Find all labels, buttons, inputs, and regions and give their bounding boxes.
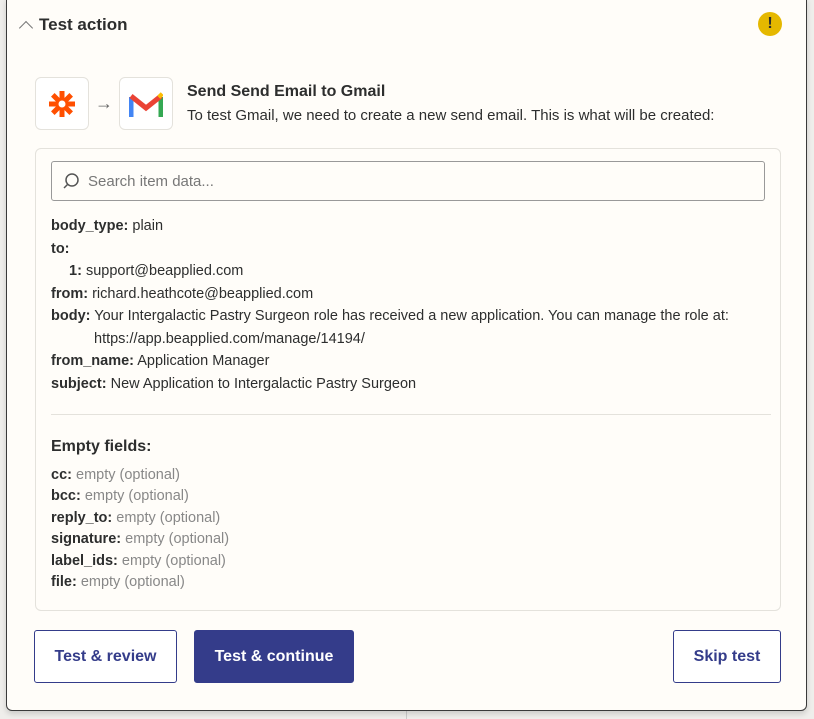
empty-field-row: bcc: empty (optional) <box>51 486 771 508</box>
field-key: bcc: <box>51 488 81 504</box>
field-value: empty (optional) <box>116 510 220 526</box>
empty-field-row: reply_to: empty (optional) <box>51 508 771 530</box>
empty-field-row: file: empty (optional) <box>51 572 771 594</box>
search-icon <box>62 172 80 190</box>
section-header[interactable]: Test action <box>21 15 127 35</box>
field-row: subject: New Application to Intergalacti… <box>51 373 771 396</box>
chevron-up-icon[interactable] <box>19 20 33 34</box>
field-key: to: <box>51 241 70 257</box>
field-key: 1: <box>69 263 82 279</box>
arrow-right-icon: → <box>95 93 113 114</box>
warning-icon: ! <box>758 12 782 36</box>
field-value: empty (optional) <box>81 574 185 590</box>
field-row: body_type: plain <box>51 215 771 238</box>
field-value: Your Intergalactic Pastry Surgeon role h… <box>94 308 729 324</box>
field-key: from_name: <box>51 353 134 369</box>
search-placeholder: Search item data... <box>88 173 214 190</box>
field-value: empty (optional) <box>125 531 229 547</box>
app-flow: → <box>35 77 173 130</box>
empty-field-row: signature: empty (optional) <box>51 529 771 551</box>
action-title: Send Send Email to Gmail <box>187 83 385 101</box>
section-title: Test action <box>39 15 127 35</box>
skip-test-button[interactable]: Skip test <box>673 630 781 683</box>
field-value: Application Manager <box>137 353 269 369</box>
field-value: empty (optional) <box>85 488 189 504</box>
field-row: body: Your Intergalactic Pastry Surgeon … <box>51 305 771 350</box>
field-row: 1: support@beapplied.com <box>51 260 771 283</box>
field-value-cont: https://app.beapplied.com/manage/14194/ <box>51 328 771 351</box>
field-key: signature: <box>51 531 121 547</box>
field-list: body_type: plain to: 1: support@beapplie… <box>51 215 771 594</box>
field-key: subject: <box>51 376 107 392</box>
field-value: richard.heathcote@beapplied.com <box>92 286 313 302</box>
divider <box>51 414 771 415</box>
field-value: New Application to Intergalactic Pastry … <box>111 376 416 392</box>
field-row: from_name: Application Manager <box>51 350 771 373</box>
field-row: from: richard.heathcote@beapplied.com <box>51 283 771 306</box>
gmail-logo <box>119 77 173 130</box>
field-key: reply_to: <box>51 510 112 526</box>
field-key: body_type: <box>51 218 128 234</box>
test-action-panel: Test action ! → Send Send Email to Gmail… <box>6 0 807 711</box>
test-continue-button[interactable]: Test & continue <box>194 630 354 683</box>
test-review-button[interactable]: Test & review <box>34 630 177 683</box>
search-input[interactable]: Search item data... <box>51 161 765 201</box>
field-value: empty (optional) <box>76 467 180 483</box>
field-key: body: <box>51 308 90 324</box>
zapier-logo <box>35 77 89 130</box>
empty-field-row: cc: empty (optional) <box>51 465 771 487</box>
field-key: cc: <box>51 467 72 483</box>
field-row: to: <box>51 238 771 261</box>
field-value: plain <box>132 218 163 234</box>
field-key: from: <box>51 286 88 302</box>
field-value: support@beapplied.com <box>86 263 243 279</box>
field-value: empty (optional) <box>122 553 226 569</box>
empty-fields-heading: Empty fields: <box>51 436 771 459</box>
field-key: label_ids: <box>51 553 118 569</box>
field-key: file: <box>51 574 77 590</box>
action-description: To test Gmail, we need to create a new s… <box>187 107 714 124</box>
item-data-box: Search item data... body_type: plain to:… <box>35 148 781 611</box>
empty-field-row: label_ids: empty (optional) <box>51 551 771 573</box>
